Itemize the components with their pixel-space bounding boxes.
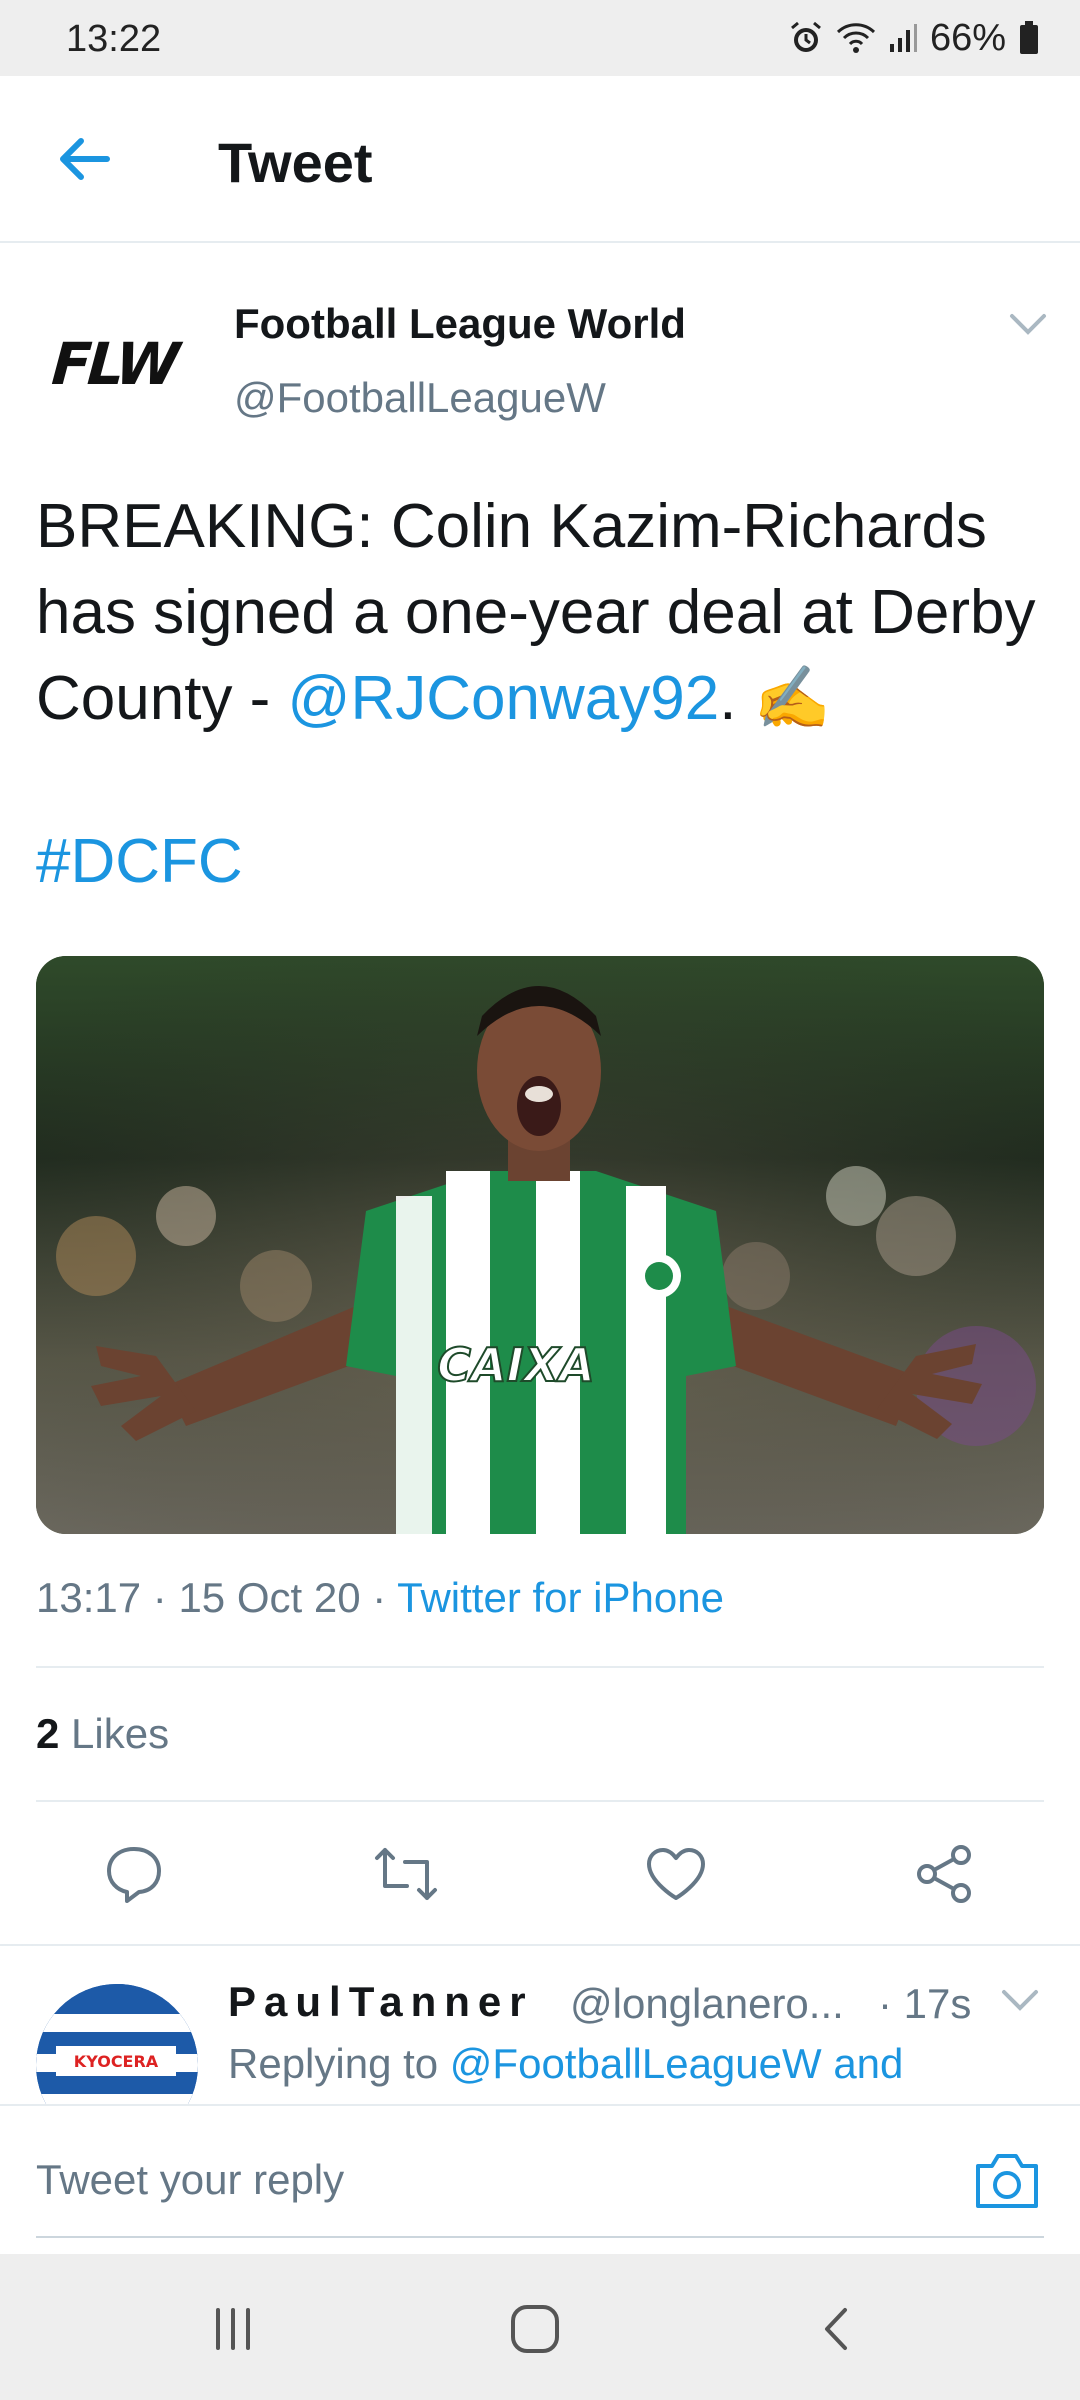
signal-icon [888, 20, 918, 56]
replying-prefix: Replying to [228, 2040, 450, 2087]
home-icon [511, 2305, 559, 2353]
reply-button[interactable] [98, 1838, 170, 1910]
back-nav-button[interactable] [802, 2294, 872, 2364]
hashtag-link[interactable]: #DCFC [36, 826, 243, 897]
reply-composer [0, 2104, 1080, 2254]
share-button[interactable] [908, 1838, 980, 1910]
reply-time: · 17s [878, 1980, 972, 2027]
reply-author-name[interactable]: PaulTanner [228, 1978, 534, 2026]
likes-label: Likes [71, 1710, 170, 1757]
writing-hand-emoji: ✍️ [753, 664, 831, 733]
system-navigation-bar [0, 2254, 1080, 2400]
tweet-options-chevron-icon[interactable] [1006, 306, 1050, 342]
tweet-actions [0, 1810, 1080, 1934]
retweet-button[interactable] [370, 1838, 442, 1910]
replying-to-link[interactable]: @FootballLeagueW and [450, 2040, 904, 2087]
reply-options-chevron-icon[interactable] [1000, 1984, 1040, 2016]
author-avatar[interactable]: FLW [36, 286, 192, 442]
page-title: Tweet [218, 131, 373, 194]
avatar-sponsor-text: KYOCERA [74, 2052, 159, 2071]
status-time: 13:22 [66, 18, 162, 60]
home-button[interactable] [500, 2294, 570, 2364]
input-underline [36, 2236, 1044, 2238]
back-arrow-icon [60, 138, 110, 180]
tweet-source-link[interactable]: Twitter for iPhone [397, 1574, 724, 1621]
tweet-photo[interactable]: CAIXA [36, 956, 1044, 1534]
alarm-icon [788, 20, 824, 56]
divider [36, 1800, 1044, 1802]
section-divider [0, 1944, 1080, 1946]
like-icon [647, 1848, 705, 1900]
author-handle[interactable]: @FootballLeagueW [234, 374, 606, 422]
jersey-sponsor-text: CAIXA [437, 1338, 595, 1392]
divider [36, 1666, 1044, 1668]
battery-level: 66% [929, 16, 1006, 59]
status-icons: 66% [788, 14, 1040, 62]
recent-apps-icon [216, 2308, 250, 2350]
mention-link[interactable]: @RJConway92 [288, 664, 720, 733]
reply-icon [107, 1847, 161, 1903]
retweet-icon [375, 1848, 437, 1900]
camera-icon[interactable] [972, 2150, 1042, 2212]
likes-number: 2 [36, 1710, 60, 1757]
top-app-bar: Tweet [0, 76, 1080, 243]
like-button[interactable] [640, 1838, 712, 1910]
likes-count[interactable]: 2 Likes [36, 1710, 169, 1758]
back-chevron-icon [825, 2308, 847, 2350]
tweet-timestamp: 13:17 · 15 Oct 20 · Twitter for iPhone [36, 1574, 724, 1621]
author-name[interactable]: Football League World [234, 300, 686, 348]
reply-author-handle[interactable]: @longlanero... [570, 1980, 844, 2028]
tweet-text-after: . [719, 664, 754, 733]
replying-to: Replying to @FootballLeagueW and [228, 2040, 903, 2088]
status-bar: 13:22 66% [0, 0, 1080, 76]
share-icon [917, 1845, 971, 1903]
recent-apps-button[interactable] [198, 2294, 268, 2364]
wifi-icon [836, 20, 876, 56]
battery-icon [1018, 20, 1040, 56]
tweet-text: BREAKING: Colin Kazim-Richards has signe… [36, 484, 1046, 742]
tweet-time: 13:17 [36, 1574, 142, 1621]
avatar-logo-text: FLW [49, 330, 179, 398]
back-button[interactable] [48, 124, 118, 194]
reply-input[interactable] [36, 2156, 936, 2204]
tweet-date: 15 Oct 20 [178, 1574, 361, 1621]
